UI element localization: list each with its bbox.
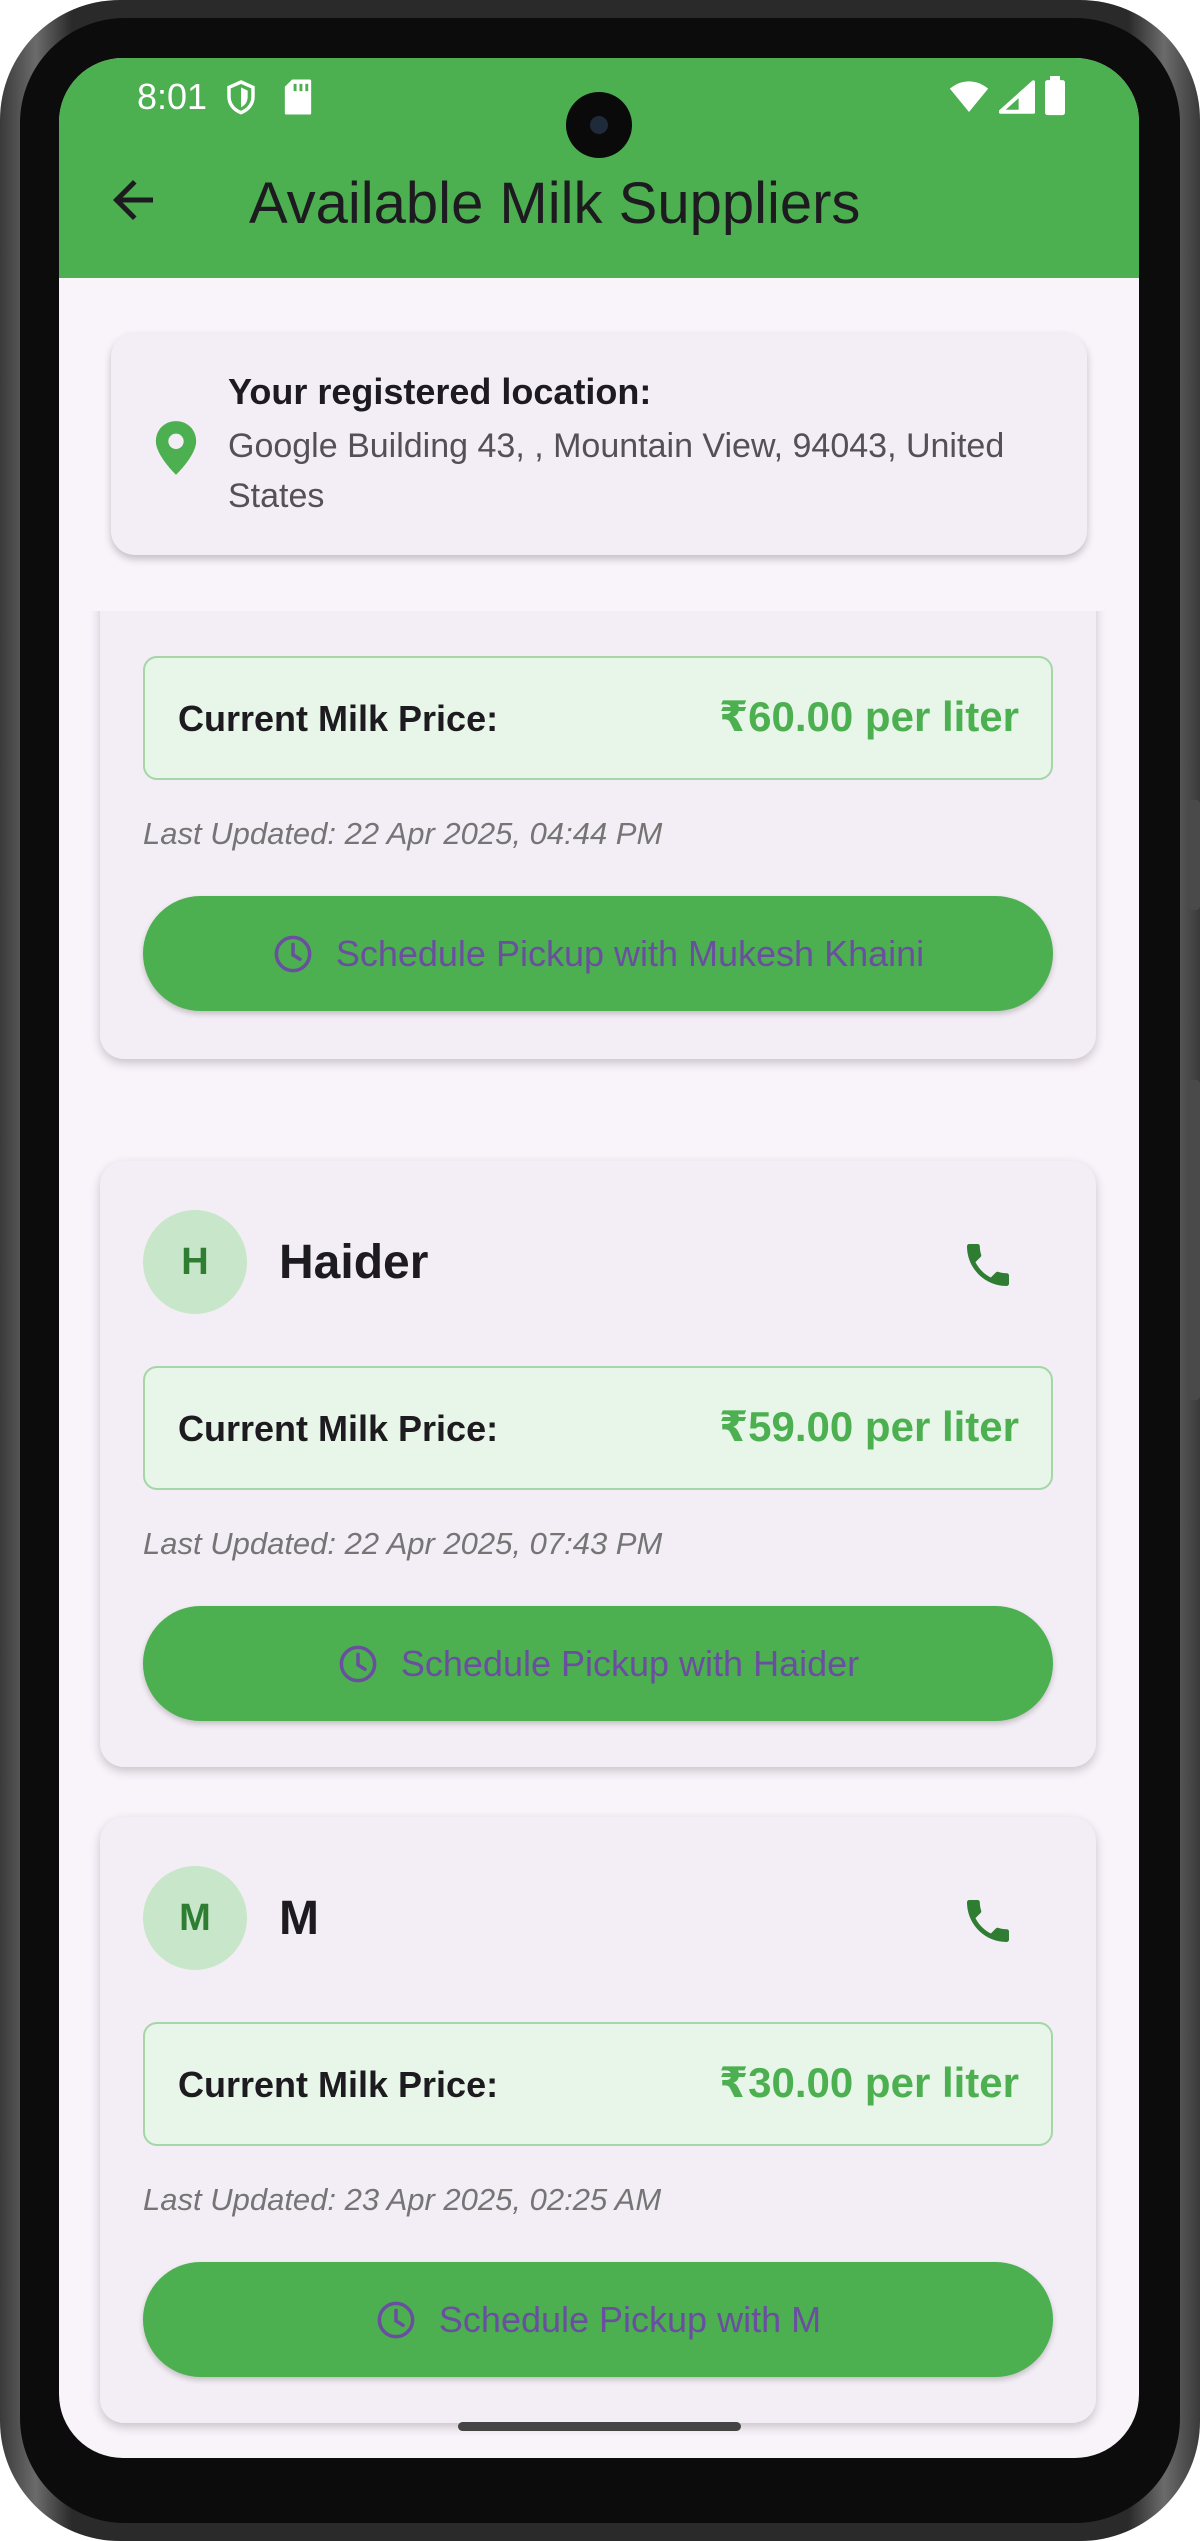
page-title: Available Milk Suppliers: [249, 171, 861, 236]
power-button: [1188, 1080, 1200, 1400]
wifi-icon: [949, 81, 989, 112]
battery-icon: [1045, 76, 1065, 116]
price-label: Current Milk Price:: [178, 2064, 499, 2105]
price-box: Current Milk Price: ₹30.00 per liter: [143, 2022, 1053, 2146]
location-pin-icon: [155, 421, 197, 475]
schedule-pickup-label: Schedule Pickup with Haider: [400, 1642, 860, 1684]
avatar: M: [143, 1866, 247, 1970]
sd-card-icon: [284, 79, 312, 115]
clock-icon: [339, 1645, 377, 1682]
supplier-card: H Haider Current Milk Price: ₹59.00 per …: [100, 1161, 1096, 1767]
location-label: Your registered location:: [228, 371, 652, 412]
front-camera: [566, 92, 632, 158]
supplier-name: M: [279, 1892, 319, 1945]
last-updated: Last Updated: 22 Apr 2025, 04:44 PM: [143, 816, 663, 851]
clock-icon: [377, 2301, 415, 2338]
schedule-pickup-label: Schedule Pickup with Mukesh Khaini: [335, 932, 925, 974]
price-box: Current Milk Price: ₹60.00 per liter: [143, 656, 1053, 780]
phone-icon[interactable]: [960, 1893, 1016, 1949]
supplier-card: M M Current Milk Price: ₹30.00 per liter…: [100, 1817, 1096, 2423]
price-label: Current Milk Price:: [178, 1408, 499, 1449]
status-time: 8:01: [137, 76, 208, 117]
arrow-back-icon[interactable]: [103, 170, 163, 230]
location-address: Google Building 43, , Mountain View, 940…: [228, 427, 1005, 515]
home-indicator[interactable]: [458, 2422, 741, 2431]
volume-button: [1188, 800, 1200, 910]
schedule-pickup-button[interactable]: Schedule Pickup with Mukesh Khaini: [143, 896, 1053, 1011]
schedule-pickup-label: Schedule Pickup with M: [438, 2298, 822, 2340]
supplier-list[interactable]: Current Milk Price: ₹60.00 per liter Las…: [59, 611, 1139, 2458]
price-value: ₹60.00 per liter: [718, 693, 1019, 740]
price-label: Current Milk Price:: [178, 698, 499, 739]
schedule-pickup-button[interactable]: Schedule Pickup with M: [143, 2262, 1053, 2377]
last-updated: Last Updated: 23 Apr 2025, 02:25 AM: [143, 2182, 662, 2217]
price-value: ₹30.00 per liter: [718, 2059, 1019, 2106]
price-box: Current Milk Price: ₹59.00 per liter: [143, 1366, 1053, 1490]
price-value: ₹59.00 per liter: [718, 1403, 1019, 1450]
location-card: Your registered location: Google Buildin…: [111, 333, 1087, 555]
schedule-pickup-button[interactable]: Schedule Pickup with Haider: [143, 1606, 1053, 1721]
supplier-card: Current Milk Price: ₹60.00 per liter Las…: [100, 611, 1096, 1059]
clock-icon: [274, 935, 312, 972]
phone-icon[interactable]: [960, 1237, 1016, 1293]
avatar: H: [143, 1210, 247, 1314]
app-bar: 8:01 Available Milk Suppliers: [59, 58, 1139, 278]
screen: 8:01 Available Milk Suppliers Your regis…: [59, 58, 1139, 2458]
signal-icon: [999, 80, 1035, 114]
last-updated: Last Updated: 22 Apr 2025, 07:43 PM: [143, 1526, 663, 1561]
shield-icon: [227, 80, 255, 115]
supplier-name: Haider: [279, 1236, 429, 1289]
